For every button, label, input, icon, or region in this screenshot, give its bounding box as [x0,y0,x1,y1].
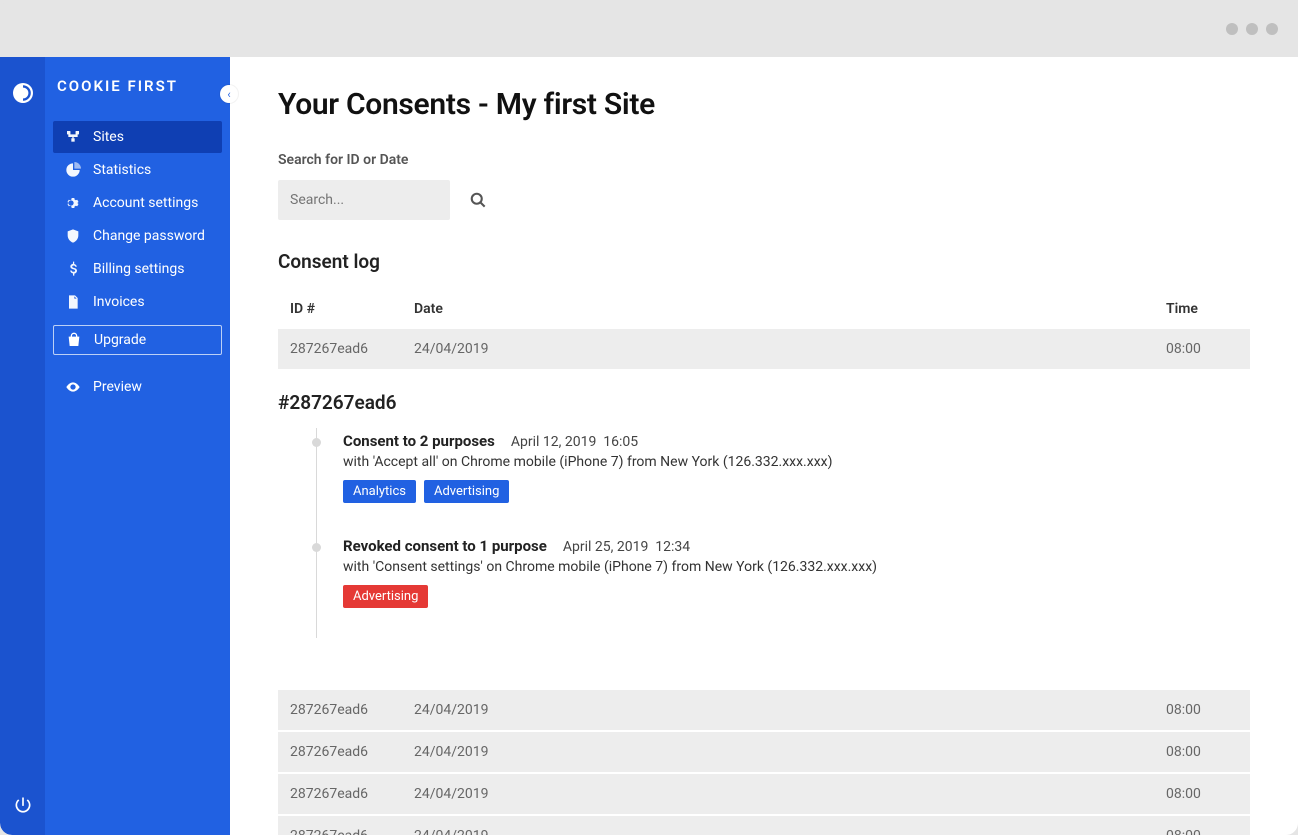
additional-log-rows: 287267ead6 24/04/2019 08:00 287267ead6 2… [278,688,1250,835]
col-time: Time [1154,291,1250,327]
sidebar-item-label: Invoices [93,294,145,310]
left-rail [0,57,45,835]
sites-icon [65,129,81,145]
tag: Analytics [343,480,416,503]
timeline-dot-icon [312,438,321,447]
event-datetime: April 12, 2019 16:05 [511,434,638,450]
window-control-max-icon[interactable] [1246,23,1258,35]
consent-log-table-extra: 287267ead6 24/04/2019 08:00 287267ead6 2… [278,688,1250,835]
tag: Advertising [424,480,509,503]
gear-icon [65,195,81,211]
timeline: Consent to 2 purposes April 12, 2019 16:… [316,428,1250,638]
table-row[interactable]: 287267ead6 24/04/2019 08:00 [278,329,1250,369]
pie-chart-icon [65,162,81,178]
sidebar-item-upgrade[interactable]: Upgrade [53,325,222,355]
cell-id: 287267ead6 [278,690,402,730]
main-content: Your Consents - My first Site Search for… [230,57,1298,835]
cell-id: 287267ead6 [278,816,402,835]
timeline-item: Consent to 2 purposes April 12, 2019 16:… [343,432,1250,503]
event-datetime: April 25, 2019 12:34 [563,539,690,555]
table-header-row: ID # Date Time [278,291,1250,327]
event-tags: Analytics Advertising [343,480,1250,503]
window-titlebar [0,0,1298,57]
cell-time: 08:00 [1154,690,1250,730]
sidebar-item-sites[interactable]: Sites [53,121,222,153]
bag-icon [66,332,82,348]
page-title: Your Consents - My first Site [278,87,1250,122]
sidebar-item-label: Account settings [93,195,198,211]
power-icon[interactable] [13,795,33,815]
upgrade-label: Upgrade [94,332,146,348]
table-row[interactable]: 287267ead6 24/04/2019 08:00 [278,732,1250,772]
window-control-min-icon[interactable] [1226,23,1238,35]
preview-label: Preview [93,379,142,395]
cell-date: 24/04/2019 [402,732,1154,772]
consent-log-table: ID # Date Time 287267ead6 24/04/2019 08:… [278,289,1250,371]
sidebar-item-label: Change password [93,228,205,244]
search-input[interactable] [290,192,468,208]
sidebar-collapse-toggle[interactable]: ‹ [220,85,238,103]
event-title: Revoked consent to 1 purpose [343,537,547,555]
cell-time: 08:00 [1154,816,1250,835]
sidebar-item-account-settings[interactable]: Account settings [53,187,222,219]
table-row[interactable]: 287267ead6 24/04/2019 08:00 [278,816,1250,835]
event-title: Consent to 2 purposes [343,432,495,450]
document-icon [65,294,81,310]
tag: Advertising [343,585,428,608]
cell-time: 08:00 [1154,329,1250,369]
cell-id: 287267ead6 [278,774,402,814]
window-frame: COOKIE FIRST ‹ Sites Statistics Account … [0,0,1298,835]
brand-logo-icon [11,81,35,105]
event-description: with 'Consent settings' on Chrome mobile… [343,559,1250,575]
timeline-item: Revoked consent to 1 purpose April 25, 2… [343,537,1250,608]
shield-icon [65,228,81,244]
search-icon[interactable] [468,190,488,210]
consent-log-title: Consent log [278,250,1250,273]
sidebar-item-label: Billing settings [93,261,184,277]
brand-text: COOKIE FIRST [57,77,178,95]
eye-icon [65,379,81,395]
col-date: Date [402,291,1154,327]
timeline-dot-icon [312,543,321,552]
sidebar-item-label: Statistics [93,162,151,178]
sidebar-item-statistics[interactable]: Statistics [53,154,222,186]
col-id: ID # [278,291,402,327]
sidebar-item-invoices[interactable]: Invoices [53,286,222,318]
cell-time: 08:00 [1154,774,1250,814]
event-description: with 'Accept all' on Chrome mobile (iPho… [343,454,1250,470]
cell-date: 24/04/2019 [402,774,1154,814]
chevron-left-icon: ‹ [227,88,230,101]
sidebar-item-change-password[interactable]: Change password [53,220,222,252]
brand-row: COOKIE FIRST [45,81,230,121]
cell-date: 24/04/2019 [402,329,1154,369]
sidebar-item-preview[interactable]: Preview [45,371,230,403]
detail-hash: #287267ead6 [278,391,1250,414]
app-body: COOKIE FIRST ‹ Sites Statistics Account … [0,57,1298,835]
cell-id: 287267ead6 [278,329,402,369]
cell-id: 287267ead6 [278,732,402,772]
dollar-icon [65,261,81,277]
window-control-close-icon[interactable] [1266,23,1278,35]
sidebar-item-label: Sites [93,129,124,145]
sidebar: COOKIE FIRST ‹ Sites Statistics Account … [45,57,230,835]
cell-date: 24/04/2019 [402,690,1154,730]
sidebar-nav: Sites Statistics Account settings Change… [45,121,230,319]
table-row[interactable]: 287267ead6 24/04/2019 08:00 [278,690,1250,730]
search-box[interactable] [278,180,450,220]
cell-date: 24/04/2019 [402,816,1154,835]
table-row[interactable]: 287267ead6 24/04/2019 08:00 [278,774,1250,814]
search-label: Search for ID or Date [278,152,1250,168]
cell-time: 08:00 [1154,732,1250,772]
event-tags: Advertising [343,585,1250,608]
sidebar-item-billing-settings[interactable]: Billing settings [53,253,222,285]
